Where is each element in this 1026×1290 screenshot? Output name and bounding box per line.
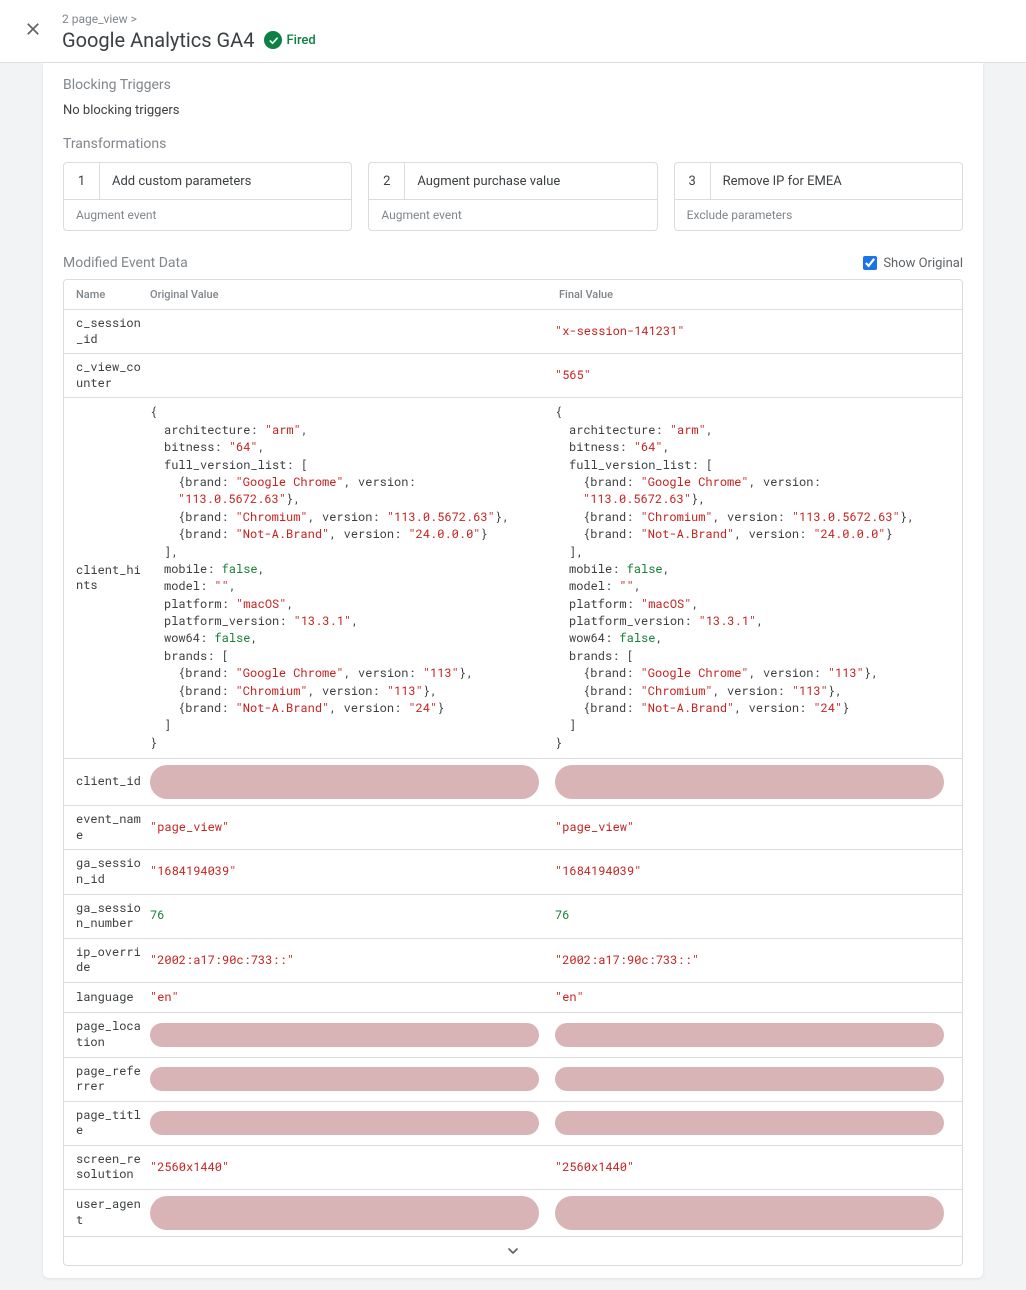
row-final-value: "2560x1440" <box>549 1159 962 1176</box>
row-original-value <box>144 1111 549 1135</box>
redacted-value <box>555 1196 944 1230</box>
table-row: page_title <box>64 1102 962 1146</box>
col-header-name: Name <box>64 288 144 301</box>
row-original-value <box>144 765 549 799</box>
table-row: ip_override"2002:a17:90c:733::""2002:a17… <box>64 939 962 983</box>
row-final-value: "2002:a17:90c:733::" <box>549 952 962 969</box>
blocking-triggers-heading: Blocking Triggers <box>63 77 963 93</box>
row-final-value: "en" <box>549 989 962 1006</box>
col-header-final: Final Value <box>553 288 962 301</box>
table-row: ga_session_number7676 <box>64 895 962 939</box>
row-name: ga_session_id <box>64 856 144 887</box>
row-final-value <box>549 765 962 799</box>
transformations-heading: Transformations <box>63 136 963 152</box>
row-original-value: {architecture: "arm",bitness: "64",full_… <box>144 404 549 752</box>
redacted-value <box>150 765 539 799</box>
show-original-label: Show Original <box>883 256 963 271</box>
table-row: page_referrer <box>64 1058 962 1102</box>
transformation-number: 3 <box>675 163 711 199</box>
row-name: c_view_counter <box>64 360 144 391</box>
row-name: user_agent <box>64 1197 144 1228</box>
redacted-value <box>150 1111 539 1135</box>
transformation-title: Augment purchase value <box>405 174 572 189</box>
row-original-value: "en" <box>144 989 549 1006</box>
row-original-value: "2002:a17:90c:733::" <box>144 952 549 969</box>
transformation-number: 2 <box>369 163 405 199</box>
row-final-value: "1684194039" <box>549 863 962 880</box>
check-circle-icon <box>264 31 282 49</box>
table-row: page_location <box>64 1013 962 1057</box>
row-name: client_hints <box>64 563 144 594</box>
redacted-value <box>555 1111 944 1135</box>
table-row: screen_resolution"2560x1440""2560x1440" <box>64 1146 962 1190</box>
row-name: language <box>64 990 144 1006</box>
row-final-value: 76 <box>549 907 962 924</box>
transformation-card[interactable]: 3Remove IP for EMEA Exclude parameters <box>674 162 963 231</box>
redacted-value <box>150 1023 539 1047</box>
modified-event-data-heading: Modified Event Data <box>63 255 188 271</box>
table-row: client_hints{architecture: "arm",bitness… <box>64 398 962 759</box>
row-name: event_name <box>64 812 144 843</box>
show-original-toggle[interactable]: Show Original <box>863 256 963 271</box>
detail-card: Blocking Triggers No blocking triggers T… <box>43 63 983 1278</box>
row-original-value: "page_view" <box>144 819 549 836</box>
expand-row[interactable] <box>64 1236 962 1265</box>
row-name: ga_session_number <box>64 901 144 932</box>
row-final-value <box>549 1196 962 1230</box>
transformation-subtitle: Exclude parameters <box>675 200 962 230</box>
blocking-triggers-text: No blocking triggers <box>63 103 963 118</box>
row-name: page_title <box>64 1108 144 1139</box>
redacted-value <box>150 1196 539 1230</box>
redacted-value <box>555 765 944 799</box>
row-final-value <box>549 1067 962 1091</box>
row-final-value: "x-session-141231" <box>549 323 962 340</box>
transformation-subtitle: Augment event <box>369 200 656 230</box>
breadcrumb: 2 page_view > <box>62 12 1002 26</box>
page-title: Google Analytics GA4 <box>62 28 254 52</box>
table-row: user_agent <box>64 1190 962 1236</box>
row-final-value <box>549 1111 962 1135</box>
row-name: page_referrer <box>64 1064 144 1095</box>
row-final-value: {architecture: "arm",bitness: "64",full_… <box>549 404 962 752</box>
close-icon[interactable] <box>24 20 42 38</box>
row-original-value: "2560x1440" <box>144 1159 549 1176</box>
fired-badge: Fired <box>264 31 315 49</box>
table-row: language"en""en" <box>64 983 962 1013</box>
table-row: c_view_counter "565" <box>64 354 962 398</box>
col-header-original: Original Value <box>144 288 553 301</box>
table-row: ga_session_id"1684194039""1684194039" <box>64 850 962 894</box>
row-name: page_location <box>64 1019 144 1050</box>
transformation-title: Add custom parameters <box>100 174 263 189</box>
dialog-header: 2 page_view > Google Analytics GA4 Fired <box>0 0 1026 63</box>
fired-label: Fired <box>286 33 315 48</box>
row-name: c_session_id <box>64 316 144 347</box>
row-original-value <box>144 1196 549 1230</box>
event-data-table: Name Original Value Final Value c_sessio… <box>63 279 963 1266</box>
transformation-number: 1 <box>64 163 100 199</box>
row-final-value: "page_view" <box>549 819 962 836</box>
table-row: event_name"page_view""page_view" <box>64 806 962 850</box>
row-original-value <box>144 1023 549 1047</box>
row-final-value <box>549 1023 962 1047</box>
table-row: client_id <box>64 759 962 806</box>
row-original-value: "1684194039" <box>144 863 549 880</box>
redacted-value <box>555 1067 944 1091</box>
transformation-subtitle: Augment event <box>64 200 351 230</box>
row-original-value <box>144 1067 549 1091</box>
transformation-card[interactable]: 1Add custom parameters Augment event <box>63 162 352 231</box>
redacted-value <box>555 1023 944 1047</box>
transformation-card[interactable]: 2Augment purchase value Augment event <box>368 162 657 231</box>
table-row: c_session_id "x-session-141231" <box>64 310 962 354</box>
transformation-title: Remove IP for EMEA <box>711 174 854 189</box>
row-name: screen_resolution <box>64 1152 144 1183</box>
redacted-value <box>150 1067 539 1091</box>
row-final-value: "565" <box>549 367 962 384</box>
show-original-checkbox[interactable] <box>863 256 877 270</box>
row-original-value: 76 <box>144 907 549 924</box>
row-name: client_id <box>64 774 144 790</box>
chevron-down-icon <box>505 1243 521 1259</box>
row-name: ip_override <box>64 945 144 976</box>
